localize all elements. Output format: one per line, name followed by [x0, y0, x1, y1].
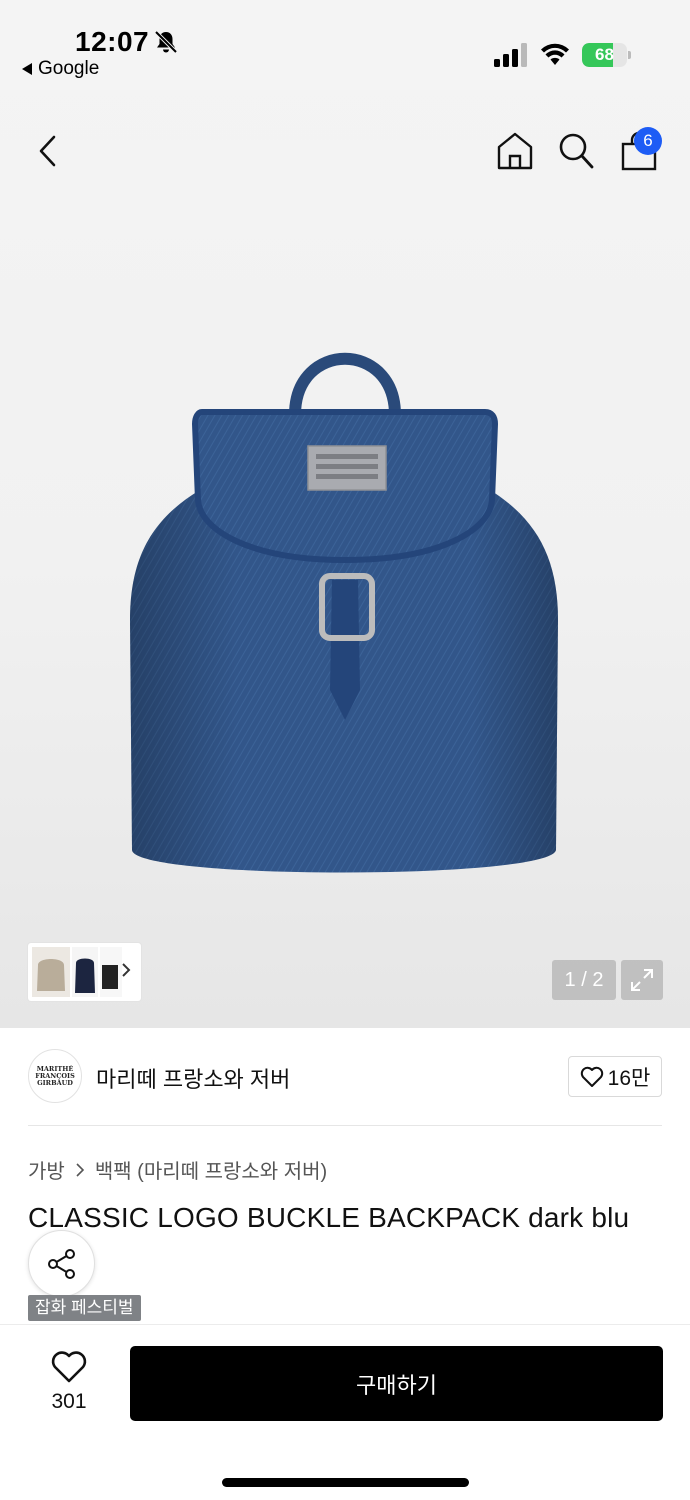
back-triangle-icon	[22, 63, 32, 75]
cellular-signal-icon	[494, 43, 527, 67]
home-icon[interactable]	[495, 130, 535, 172]
breadcrumb-chevron-icon	[76, 1162, 84, 1177]
wifi-icon	[541, 43, 569, 65]
share-button[interactable]	[28, 1230, 95, 1297]
brand-name[interactable]: 마리떼 프랑소와 저버	[96, 1062, 290, 1094]
buy-button[interactable]: 구매하기	[130, 1346, 663, 1421]
status-time: 12:07	[75, 26, 150, 57]
back-app-label: Google	[38, 58, 100, 79]
image-pager: 1 / 2	[552, 960, 616, 1000]
brand-like-count: 16만	[607, 1066, 651, 1090]
expand-button[interactable]	[621, 960, 663, 1000]
breadcrumb-category[interactable]: 가방	[28, 1155, 65, 1184]
expand-icon	[631, 969, 653, 991]
breadcrumb: 가방 백팩 (마리떼 프랑소와 저버)	[28, 1155, 327, 1184]
promo-tag: 잡화 페스티벌	[28, 1295, 141, 1321]
wishlist-heart-icon[interactable]	[50, 1349, 88, 1385]
home-indicator[interactable]	[222, 1478, 469, 1487]
share-icon	[48, 1249, 75, 1279]
battery-charging-icon: 68	[582, 43, 632, 69]
bell-slash-icon	[154, 30, 178, 54]
bottom-bar-divider	[0, 1324, 690, 1325]
brand-logo[interactable]: MARITHÉ FRANÇOIS GIRBAUD	[28, 1049, 82, 1103]
thumbnail-images[interactable]	[32, 947, 122, 997]
battery-level: 68	[595, 45, 614, 64]
wishlist-count: 301	[51, 1390, 87, 1413]
brand-logo-line-3: GIRBAUD	[37, 1079, 73, 1087]
divider	[28, 1125, 662, 1126]
brand-like-button[interactable]: 16만	[568, 1056, 662, 1097]
cart-count-badge[interactable]: 6	[634, 127, 662, 155]
breadcrumb-subcategory[interactable]: 백팩 (마리떼 프랑소와 저버)	[95, 1155, 327, 1184]
chevron-right-icon[interactable]	[120, 960, 132, 980]
heart-icon	[580, 1066, 603, 1087]
product-title: CLASSIC LOGO BUCKLE BACKPACK dark blu	[28, 1202, 630, 1233]
back-to-google[interactable]: Google	[22, 58, 99, 80]
back-chevron-icon[interactable]	[32, 132, 66, 170]
backpack-product-image	[130, 352, 558, 873]
search-icon[interactable]	[557, 131, 595, 171]
